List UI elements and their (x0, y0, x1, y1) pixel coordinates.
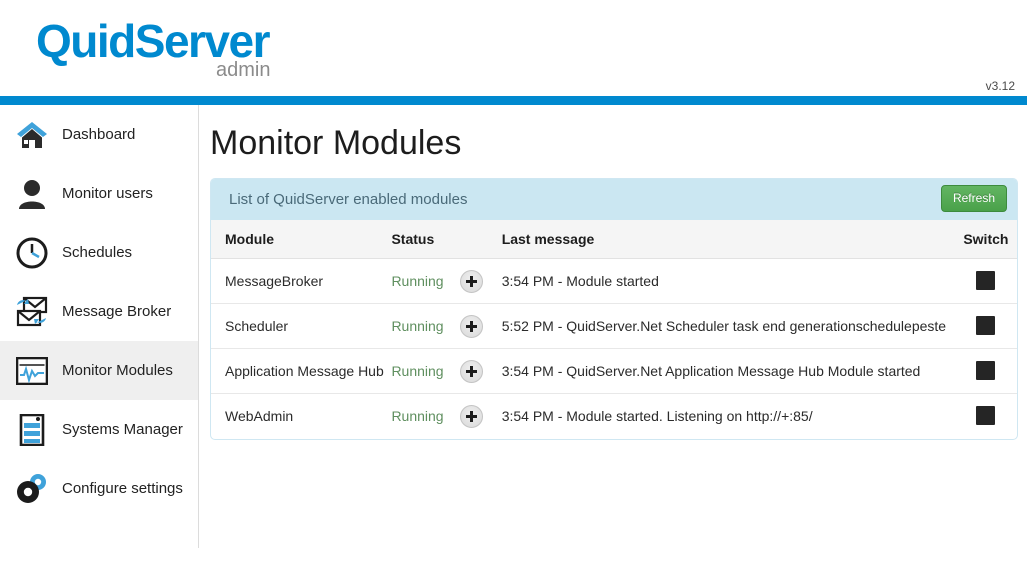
app-header: QuidServer admin v3.12 (0, 0, 1027, 96)
main-content: Monitor Modules List of QuidServer enabl… (200, 105, 1027, 578)
modules-table: Module Status Last message Switch Messag… (211, 220, 1017, 439)
sidebar-item-label: Message Broker (62, 303, 172, 320)
cell-module: Application Message Hub (211, 348, 392, 394)
sidebar-item-label: Dashboard (62, 126, 136, 143)
module-switch-button[interactable] (976, 405, 996, 425)
sidebar-item-label: Configure settings (62, 480, 183, 497)
version-label: v3.12 (985, 79, 1015, 93)
sidebar-item-label: Schedules (62, 244, 133, 261)
cell-module: MessageBroker (211, 258, 392, 304)
module-switch-button[interactable] (976, 315, 996, 335)
plus-icon (465, 410, 477, 422)
brand-logo: QuidServer (36, 15, 271, 67)
expand-row-button[interactable] (459, 404, 483, 428)
sidebar-item-monitor-modules[interactable]: Monitor Modules (0, 341, 198, 400)
expand-row-button[interactable] (459, 359, 483, 383)
user-icon (14, 176, 50, 212)
expand-row-button[interactable] (459, 269, 483, 293)
sidebar-item-schedules[interactable]: Schedules (0, 223, 198, 282)
table-row: Application Message Hub Running 3:54 PM … (211, 348, 1017, 394)
sidebar-item-dashboard[interactable]: Dashboard (0, 105, 198, 164)
envelope-sync-icon (14, 294, 50, 330)
column-header-last-message: Last message (501, 220, 955, 259)
refresh-button[interactable]: Refresh (940, 185, 1007, 212)
table-header: Module Status Last message Switch (211, 220, 1017, 259)
cell-last-message: 3:54 PM - Module started. Listening on h… (501, 408, 813, 425)
plus-icon (465, 320, 477, 332)
table-row: Scheduler Running 5:52 PM - QuidServer.N… (211, 303, 1017, 349)
server-rack-icon (14, 412, 50, 448)
sidebar-item-message-broker[interactable]: Message Broker (0, 282, 198, 341)
clock-icon (14, 235, 50, 271)
plus-icon (465, 365, 477, 377)
cell-last-message: 5:52 PM - QuidServer.Net Scheduler task … (501, 303, 955, 349)
cell-module: Scheduler (211, 303, 392, 349)
modules-panel: List of QuidServer enabled modules Refre… (210, 178, 1018, 440)
column-header-switch: Switch (954, 220, 1017, 259)
table-body: MessageBroker Running 3:54 PM - Module s… (211, 258, 1017, 439)
app-window: QuidServer admin v3.12 Dashboard Monitor… (0, 0, 1027, 578)
gears-icon (14, 471, 50, 507)
table-row: MessageBroker Running 3:54 PM - Module s… (211, 258, 1017, 304)
sidebar-item-configure-settings[interactable]: Configure settings (0, 459, 198, 518)
status-badge: Running (391, 408, 444, 425)
brand-logo-subtitle: admin (216, 59, 271, 81)
status-badge: Running (391, 318, 444, 334)
cell-last-message: 3:54 PM - Module started (501, 258, 955, 304)
home-icon (14, 117, 50, 153)
panel-title: List of QuidServer enabled modules (229, 191, 468, 208)
column-header-spacer (459, 220, 502, 259)
status-badge: Running (391, 273, 444, 289)
cell-module: WebAdmin (225, 408, 294, 425)
sidebar-item-monitor-users[interactable]: Monitor users (0, 164, 198, 223)
sidebar-nav: Dashboard Monitor users Schedules Messag… (0, 105, 199, 548)
status-badge: Running (391, 363, 444, 379)
expand-row-button[interactable] (459, 314, 483, 338)
page-title: Monitor Modules (210, 124, 462, 162)
header-accent-bar (0, 96, 1027, 105)
table-row: WebAdmin Running 3:54 PM - Module starte… (211, 394, 1017, 439)
cell-last-message: 3:54 PM - QuidServer.Net Application Mes… (501, 348, 955, 394)
column-header-status: Status (391, 220, 460, 259)
table-header-row: Module Status Last message Switch (211, 220, 1017, 259)
monitor-pulse-icon (14, 353, 50, 389)
sidebar-item-label: Monitor users (62, 185, 153, 202)
sidebar-item-label: Systems Manager (62, 421, 183, 438)
panel-header: List of QuidServer enabled modules Refre… (211, 179, 1017, 220)
plus-icon (465, 275, 477, 287)
sidebar-item-label: Monitor Modules (62, 362, 173, 379)
module-switch-button[interactable] (976, 270, 996, 290)
column-header-module: Module (211, 220, 392, 259)
sidebar-item-systems-manager[interactable]: Systems Manager (0, 400, 198, 459)
module-switch-button[interactable] (976, 360, 996, 380)
